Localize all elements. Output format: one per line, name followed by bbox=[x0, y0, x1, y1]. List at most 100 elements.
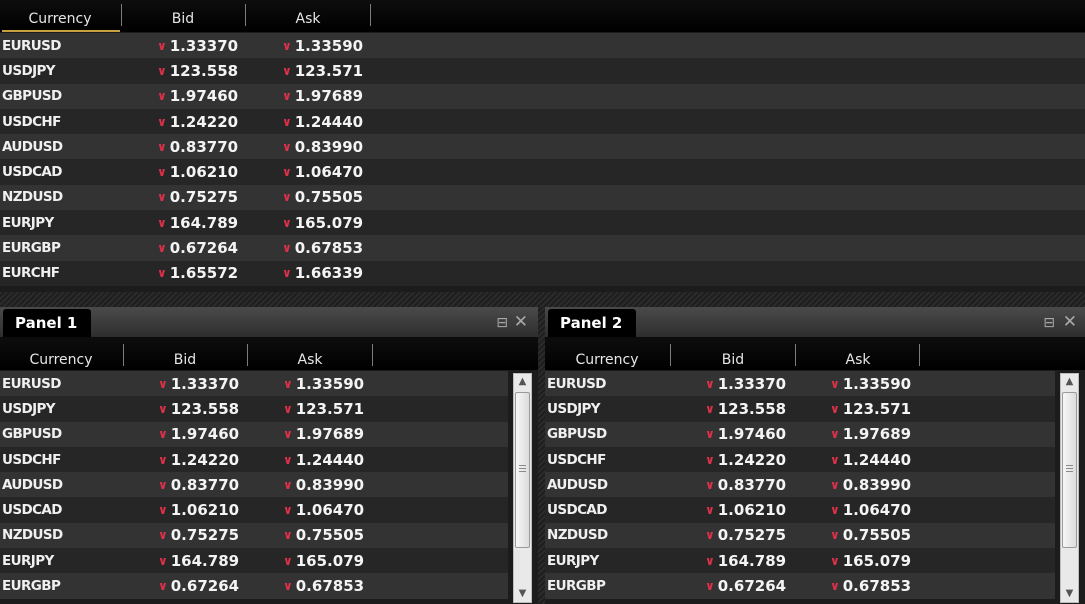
panel-tab[interactable]: Panel 2 bbox=[548, 309, 637, 337]
table-row[interactable]: USDCHF ∨ 1.24220 ∨ 1.24440 bbox=[0, 446, 508, 473]
ask-cell[interactable]: ∨ 1.24440 bbox=[282, 109, 363, 134]
bid-cell[interactable]: ∨ 1.97460 bbox=[158, 422, 239, 447]
bid-cell[interactable]: ∨ 164.789 bbox=[157, 210, 238, 235]
bid-cell[interactable]: ∨ 0.83770 bbox=[157, 134, 238, 159]
ask-cell[interactable]: ∨ 1.66339 bbox=[282, 261, 363, 286]
table-row[interactable]: NZDUSD ∨ 0.75275 ∨ 0.75505 bbox=[0, 522, 508, 549]
column-header-bid[interactable]: Bid bbox=[671, 338, 795, 370]
ask-cell[interactable]: ∨ 165.079 bbox=[283, 548, 364, 573]
ask-cell[interactable]: ∨ 0.83990 bbox=[283, 472, 364, 497]
bid-cell[interactable]: ∨ 1.33370 bbox=[705, 371, 786, 396]
table-row[interactable]: USDCHF ∨ 1.24220 ∨ 1.24440 bbox=[0, 108, 1085, 135]
close-icon[interactable]: ✕ bbox=[1063, 312, 1077, 332]
horizontal-splitter[interactable] bbox=[0, 292, 1085, 307]
table-row[interactable]: NZDUSD ∨ 0.75275 ∨ 0.75505 bbox=[545, 522, 1055, 549]
table-row[interactable]: AUDUSD ∨ 0.83770 ∨ 0.83990 bbox=[0, 134, 1085, 160]
ask-cell[interactable]: ∨ 0.83990 bbox=[830, 472, 911, 497]
bid-cell[interactable]: ∨ 0.67264 bbox=[705, 573, 786, 598]
ask-cell[interactable]: ∨ 1.97689 bbox=[283, 422, 364, 447]
table-row[interactable]: USDJPY ∨ 123.558 ∨ 123.571 bbox=[0, 396, 508, 422]
panel-tab[interactable]: Panel 1 bbox=[3, 309, 92, 337]
column-header-ask[interactable]: Ask bbox=[246, 0, 370, 32]
bid-cell[interactable]: ∨ 1.24220 bbox=[157, 109, 238, 134]
bid-cell[interactable]: ∨ 123.558 bbox=[157, 58, 238, 83]
table-row[interactable]: EURJPY ∨ 164.789 ∨ 165.079 bbox=[0, 548, 508, 574]
ask-cell[interactable]: ∨ 0.67853 bbox=[830, 573, 911, 598]
table-row[interactable]: EURJPY ∨ 164.789 ∨ 165.079 bbox=[0, 210, 1085, 236]
table-row[interactable]: USDCAD ∨ 1.06210 ∨ 1.06470 bbox=[545, 497, 1055, 523]
bid-cell[interactable]: ∨ 1.97460 bbox=[157, 84, 238, 109]
table-row[interactable]: EURJPY ∨ 164.789 ∨ 165.079 bbox=[545, 548, 1055, 574]
bid-cell[interactable]: ∨ 1.06210 bbox=[158, 497, 239, 522]
ask-cell[interactable]: ∨ 0.67853 bbox=[283, 573, 364, 598]
bid-cell[interactable]: ∨ 164.789 bbox=[158, 548, 239, 573]
bid-cell[interactable]: ∨ 1.06210 bbox=[705, 497, 786, 522]
table-row[interactable]: AUDUSD ∨ 0.83770 ∨ 0.83990 bbox=[545, 472, 1055, 498]
table-row[interactable]: USDJPY ∨ 123.558 ∨ 123.571 bbox=[545, 396, 1055, 422]
vertical-scrollbar[interactable]: ▲ ▼ bbox=[1060, 373, 1079, 603]
bid-cell[interactable]: ∨ 0.75275 bbox=[157, 185, 238, 210]
table-row[interactable]: EURUSD ∨ 1.33370 ∨ 1.33590 bbox=[0, 33, 1085, 59]
ask-cell[interactable]: ∨ 1.06470 bbox=[283, 497, 364, 522]
column-divider[interactable] bbox=[919, 344, 920, 366]
ask-cell[interactable]: ∨ 1.06470 bbox=[282, 159, 363, 184]
ask-cell[interactable]: ∨ 0.83990 bbox=[282, 134, 363, 159]
table-row[interactable]: USDCAD ∨ 1.06210 ∨ 1.06470 bbox=[0, 159, 1085, 185]
bid-cell[interactable]: ∨ 164.789 bbox=[705, 548, 786, 573]
bid-cell[interactable]: ∨ 1.97460 bbox=[705, 422, 786, 447]
panel-titlebar[interactable]: Panel 2 ⊟ ✕ bbox=[545, 307, 1085, 338]
vertical-scrollbar[interactable]: ▲ ▼ bbox=[513, 373, 532, 603]
table-row[interactable]: EURGBP ∨ 0.67264 ∨ 0.67853 bbox=[0, 235, 1085, 261]
ask-cell[interactable]: ∨ 0.75505 bbox=[282, 185, 363, 210]
vertical-splitter[interactable] bbox=[538, 307, 545, 604]
bid-cell[interactable]: ∨ 1.65572 bbox=[157, 261, 238, 286]
bid-cell[interactable]: ∨ 0.83770 bbox=[705, 472, 786, 497]
table-row[interactable]: NZDUSD ∨ 0.75275 ∨ 0.75505 bbox=[0, 184, 1085, 211]
ask-cell[interactable]: ∨ 1.24440 bbox=[830, 447, 911, 472]
ask-cell[interactable]: ∨ 1.97689 bbox=[830, 422, 911, 447]
table-row[interactable]: EURGBP ∨ 0.67264 ∨ 0.67853 bbox=[0, 573, 508, 599]
column-header-currency[interactable]: Currency bbox=[0, 338, 122, 370]
close-icon[interactable]: ✕ bbox=[514, 312, 528, 332]
ask-cell[interactable]: ∨ 1.06470 bbox=[830, 497, 911, 522]
bid-cell[interactable]: ∨ 1.33370 bbox=[157, 33, 238, 58]
bid-cell[interactable]: ∨ 0.83770 bbox=[158, 472, 239, 497]
scroll-up-arrow-icon[interactable]: ▲ bbox=[1061, 374, 1078, 390]
ask-cell[interactable]: ∨ 123.571 bbox=[282, 58, 363, 83]
column-divider[interactable] bbox=[370, 4, 371, 26]
table-row[interactable]: EURUSD ∨ 1.33370 ∨ 1.33590 bbox=[545, 371, 1055, 397]
bid-cell[interactable]: ∨ 123.558 bbox=[705, 396, 786, 421]
ask-cell[interactable]: ∨ 0.75505 bbox=[283, 523, 364, 548]
ask-cell[interactable]: ∨ 165.079 bbox=[830, 548, 911, 573]
restore-icon[interactable]: ⊟ bbox=[496, 313, 508, 333]
bid-cell[interactable]: ∨ 1.24220 bbox=[705, 447, 786, 472]
table-row[interactable]: GBPUSD ∨ 1.97460 ∨ 1.97689 bbox=[0, 421, 508, 447]
bid-cell[interactable]: ∨ 1.06210 bbox=[157, 159, 238, 184]
scroll-down-arrow-icon[interactable]: ▼ bbox=[1061, 586, 1078, 602]
bid-cell[interactable]: ∨ 0.67264 bbox=[158, 573, 239, 598]
column-header-ask[interactable]: Ask bbox=[248, 338, 372, 370]
column-header-currency[interactable]: Currency bbox=[0, 0, 120, 32]
ask-cell[interactable]: ∨ 1.33590 bbox=[830, 371, 911, 396]
table-row[interactable]: GBPUSD ∨ 1.97460 ∨ 1.97689 bbox=[545, 421, 1055, 447]
table-row[interactable]: GBPUSD ∨ 1.97460 ∨ 1.97689 bbox=[0, 83, 1085, 109]
scroll-down-arrow-icon[interactable]: ▼ bbox=[514, 586, 531, 602]
table-row[interactable]: EURUSD ∨ 1.33370 ∨ 1.33590 bbox=[0, 371, 508, 397]
scroll-up-arrow-icon[interactable]: ▲ bbox=[514, 374, 531, 390]
table-row[interactable]: USDCAD ∨ 1.06210 ∨ 1.06470 bbox=[0, 497, 508, 523]
column-header-ask[interactable]: Ask bbox=[796, 338, 920, 370]
table-row[interactable]: USDJPY ∨ 123.558 ∨ 123.571 bbox=[0, 58, 1085, 84]
ask-cell[interactable]: ∨ 1.97689 bbox=[282, 84, 363, 109]
column-header-bid[interactable]: Bid bbox=[124, 338, 246, 370]
bid-cell[interactable]: ∨ 1.24220 bbox=[158, 447, 239, 472]
table-row[interactable]: EURGBP ∨ 0.67264 ∨ 0.67853 bbox=[545, 573, 1055, 599]
ask-cell[interactable]: ∨ 123.571 bbox=[830, 396, 911, 421]
ask-cell[interactable]: ∨ 0.67853 bbox=[282, 235, 363, 260]
scrollbar-thumb[interactable] bbox=[1062, 392, 1077, 548]
ask-cell[interactable]: ∨ 1.24440 bbox=[283, 447, 364, 472]
column-header-bid[interactable]: Bid bbox=[122, 0, 244, 32]
column-divider[interactable] bbox=[372, 344, 373, 366]
bid-cell[interactable]: ∨ 0.75275 bbox=[158, 523, 239, 548]
table-row[interactable]: EURCHF ∨ 1.65572 ∨ 1.66339 bbox=[0, 260, 1085, 286]
column-header-currency[interactable]: Currency bbox=[545, 338, 669, 370]
